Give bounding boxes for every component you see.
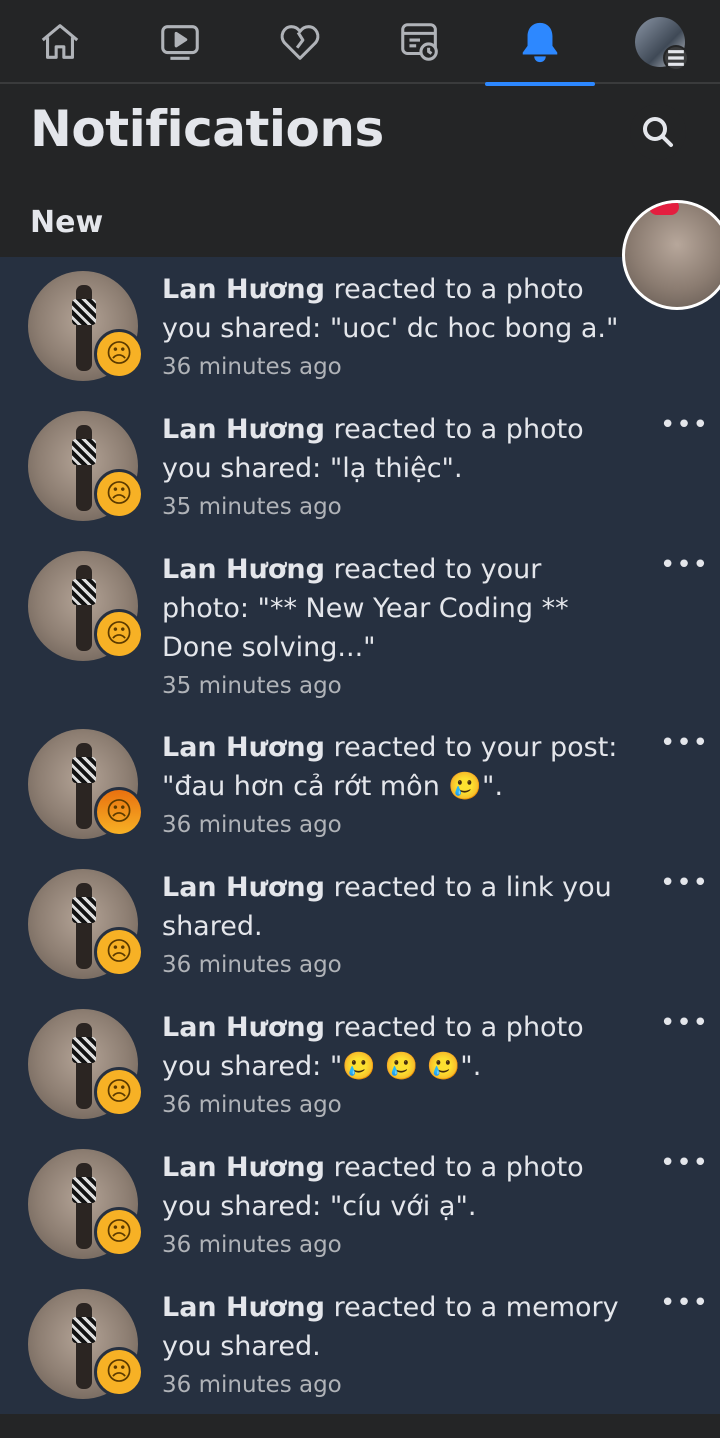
sad-face-icon: ☹: [105, 937, 133, 967]
sad-reaction-icon: ☹: [94, 609, 144, 659]
active-tab-indicator: [485, 82, 595, 86]
avatar-figure: [76, 285, 92, 371]
profile-avatar-icon: [635, 17, 689, 71]
notification-item[interactable]: ☹ Lan Hương reacted to a link you shared…: [0, 855, 720, 995]
angry-face-icon: ☹: [105, 797, 133, 827]
notification-list: ☹ Lan Hương reacted to a photo you share…: [0, 257, 720, 1414]
more-options-button[interactable]: •••: [660, 412, 708, 445]
nav-memories[interactable]: [365, 0, 475, 84]
sad-reaction-icon: ☹: [94, 1067, 144, 1117]
avatar-figure: [76, 565, 92, 651]
notification-text: Lan Hương reacted to a link you shared. …: [162, 868, 627, 984]
nav-notifications[interactable]: [485, 0, 595, 86]
nav-profile-menu[interactable]: [605, 0, 715, 84]
notification-item[interactable]: ☹ Lan Hương reacted to a photo you share…: [0, 257, 720, 397]
actor-name: Lan Hương: [162, 1152, 325, 1183]
avatar-shirt: [72, 1317, 96, 1343]
avatar-shirt: [72, 439, 96, 465]
actor-name: Lan Hương: [162, 274, 325, 305]
sad-reaction-icon: ☹: [94, 469, 144, 519]
actor-name: Lan Hương: [162, 554, 325, 585]
angry-reaction-icon: ☹: [94, 787, 144, 837]
avatar-figure: [76, 1303, 92, 1389]
dating-heart-icon: [280, 25, 320, 60]
sad-reaction-icon: ☹: [94, 1347, 144, 1397]
timestamp: 36 minutes ago: [162, 354, 342, 380]
sad-reaction-icon: ☹: [94, 1207, 144, 1257]
nav-dating[interactable]: [245, 0, 355, 84]
actor-name: Lan Hương: [162, 414, 325, 445]
notification-item[interactable]: ☹ Lan Hương reacted to a memory you shar…: [0, 1275, 720, 1415]
notification-item[interactable]: ☹ Lan Hương reacted to a photo you share…: [0, 397, 720, 537]
notification-item[interactable]: ☹ Lan Hương reacted to a photo you share…: [0, 1135, 720, 1275]
avatar-figure: [76, 1163, 92, 1249]
search-icon: [643, 117, 673, 147]
more-options-button[interactable]: •••: [660, 870, 708, 903]
sad-reaction-icon: ☹: [94, 927, 144, 977]
more-options-button[interactable]: •••: [660, 1290, 708, 1323]
more-options-button[interactable]: •••: [660, 1150, 708, 1183]
notification-text: Lan Hương reacted to a photo you shared:…: [162, 270, 627, 386]
avatar-shirt: [72, 897, 96, 923]
sad-face-icon: ☹: [105, 339, 133, 369]
notification-text: Lan Hương reacted to a photo you shared:…: [162, 1008, 627, 1124]
actor-name: Lan Hương: [162, 1292, 325, 1323]
unread-badge: [649, 203, 679, 215]
page-title: Notifications: [30, 100, 384, 158]
actor-name: Lan Hương: [162, 872, 325, 903]
avatar-shirt: [72, 757, 96, 783]
sad-face-icon: ☹: [105, 619, 133, 649]
timestamp: 36 minutes ago: [162, 1092, 342, 1118]
sad-reaction-icon: ☹: [94, 329, 144, 379]
avatar-shirt: [72, 579, 96, 605]
more-options-button[interactable]: •••: [660, 1010, 708, 1043]
timestamp: 36 minutes ago: [162, 1232, 342, 1258]
notification-text: Lan Hương reacted to a memory you shared…: [162, 1288, 627, 1404]
sad-face-icon: ☹: [105, 1077, 133, 1107]
more-options-button[interactable]: •••: [660, 730, 708, 763]
notification-text: Lan Hương reacted to a photo you shared:…: [162, 1148, 627, 1264]
top-navigation-bar: [0, 0, 720, 86]
actor-name: Lan Hương: [162, 732, 325, 763]
timestamp: 36 minutes ago: [162, 952, 342, 978]
nav-home[interactable]: [5, 0, 115, 84]
avatar-figure: [76, 883, 92, 969]
nav-watch[interactable]: [125, 0, 235, 84]
actor-name: Lan Hương: [162, 1012, 325, 1043]
avatar-shirt: [72, 1037, 96, 1063]
timestamp: 35 minutes ago: [162, 494, 342, 520]
notification-text: Lan Hương reacted to your post: "đau hơn…: [162, 728, 627, 844]
notification-item[interactable]: ☹ Lan Hương reacted to a photo you share…: [0, 995, 720, 1135]
avatar-figure: [76, 425, 92, 511]
avatar-shirt: [72, 299, 96, 325]
search-button[interactable]: [630, 104, 686, 160]
memories-icon: [401, 23, 438, 61]
notification-text: Lan Hương reacted to a photo you shared:…: [162, 410, 627, 526]
menu-icon: [663, 45, 689, 71]
avatar-figure: [76, 1023, 92, 1109]
notification-item[interactable]: ☹ Lan Hương reacted to your photo: "** N…: [0, 537, 720, 699]
timestamp: 36 minutes ago: [162, 812, 342, 838]
timestamp: 35 minutes ago: [162, 673, 342, 699]
home-icon: [41, 24, 79, 59]
timestamp: 36 minutes ago: [162, 1372, 342, 1398]
more-options-button[interactable]: •••: [660, 552, 708, 585]
bottom-edge: [0, 1414, 720, 1438]
notification-item[interactable]: ☹ Lan Hương reacted to your post: "đau h…: [0, 715, 720, 855]
watch-icon: [161, 25, 199, 60]
sad-face-icon: ☹: [105, 1217, 133, 1247]
notification-text: Lan Hương reacted to your photo: "** New…: [162, 550, 627, 705]
sad-face-icon: ☹: [105, 479, 133, 509]
section-label-new: New: [30, 205, 104, 240]
bell-icon: [522, 22, 558, 63]
sad-face-icon: ☹: [105, 1357, 133, 1387]
avatar-shirt: [72, 1177, 96, 1203]
avatar-figure: [76, 743, 92, 829]
